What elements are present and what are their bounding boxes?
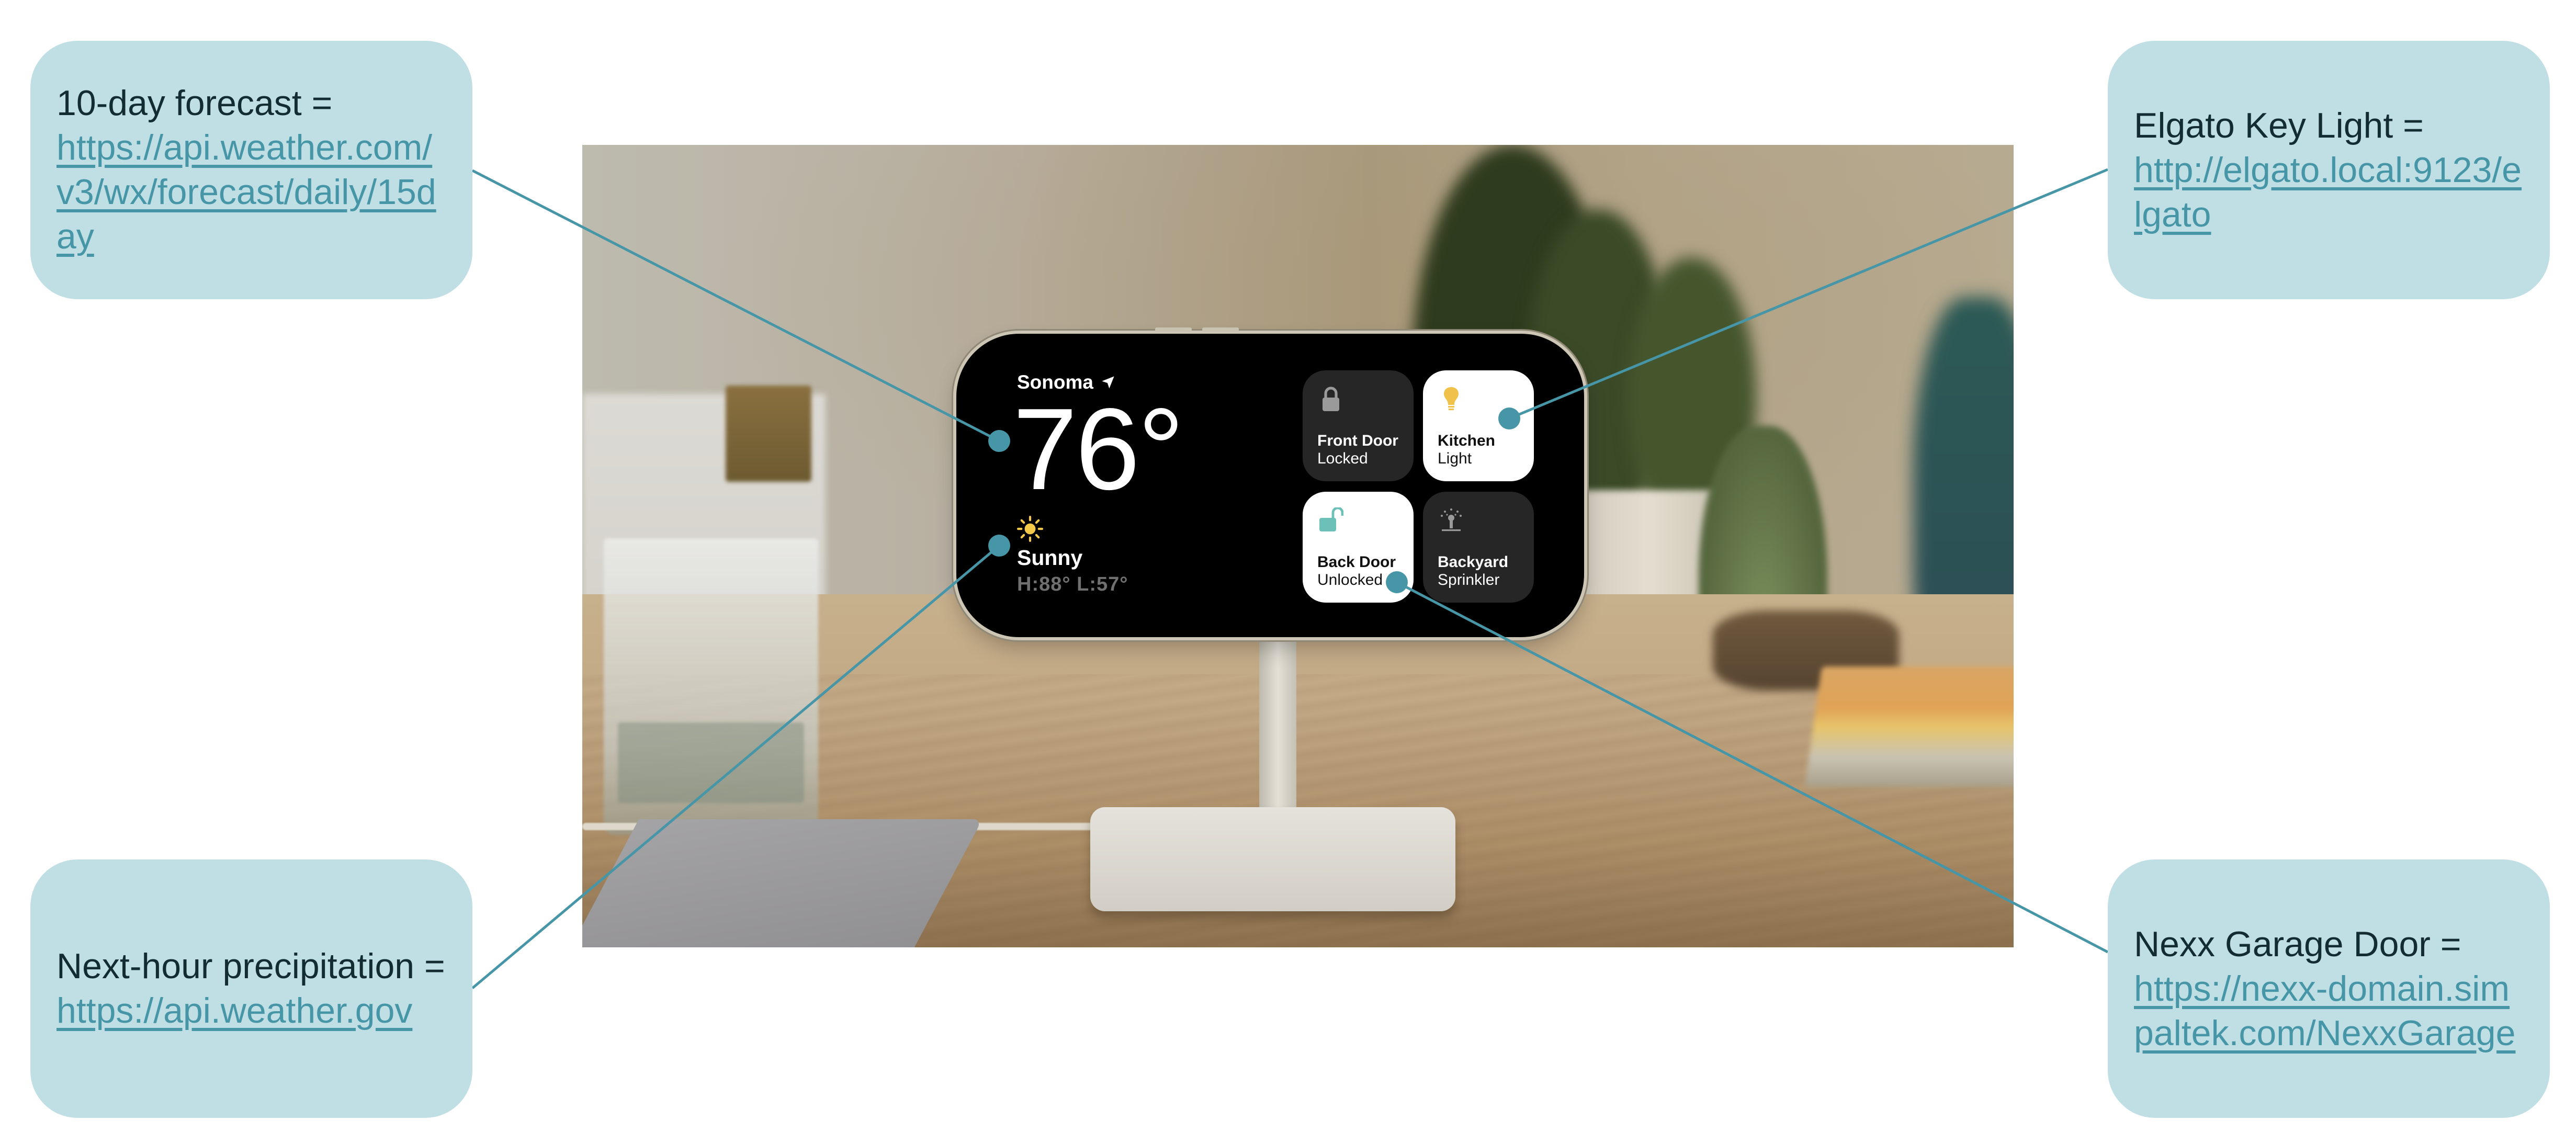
shelf-clip xyxy=(725,386,811,482)
sprinkler-icon xyxy=(1441,508,1462,531)
laptop xyxy=(582,819,983,947)
callout-garage-door: Nexx Garage Door = https://nexx-domain.s… xyxy=(2108,859,2550,1118)
callout-link[interactable]: https://api.weather.com/v3/wx/forecast/d… xyxy=(57,126,449,259)
tile-front-door[interactable]: Front Door Locked xyxy=(1303,370,1414,481)
temperature: 76° xyxy=(1013,384,1184,514)
lock-icon xyxy=(1323,387,1339,411)
callout-precipitation: Next-hour precipitation = https://api.we… xyxy=(30,859,472,1118)
lightbulb-icon xyxy=(1444,387,1459,411)
phone-button xyxy=(1155,327,1192,332)
callout-label: Nexx Garage Door = xyxy=(2134,924,2461,964)
callout-label: 10-day forecast = xyxy=(57,83,333,123)
tile-state: Sprinkler xyxy=(1438,571,1500,588)
tile-name: Kitchen xyxy=(1438,432,1496,449)
callout-label: Next-hour precipitation = xyxy=(57,946,445,986)
callout-link[interactable]: http://elgato.local:9123/elgato xyxy=(2134,148,2526,237)
phone-button xyxy=(1202,327,1239,332)
callout-link[interactable]: https://api.weather.gov xyxy=(57,989,449,1033)
callout-forecast: 10-day forecast = https://api.weather.co… xyxy=(30,41,472,299)
tile-back-door[interactable]: Back Door Unlocked xyxy=(1303,492,1414,603)
books xyxy=(1804,666,2014,787)
callout-label: Elgato Key Light = xyxy=(2134,105,2424,145)
sun-icon xyxy=(1017,516,1043,542)
stand-base xyxy=(1090,807,1455,911)
callout-link[interactable]: https://nexx-domain.simpaltek.com/NexxGa… xyxy=(2134,967,2526,1056)
unlock-icon xyxy=(1319,507,1343,531)
tile-state: Locked xyxy=(1317,450,1368,467)
callout-key-light: Elgato Key Light = http://elgato.local:9… xyxy=(2108,41,2550,299)
tile-name: Backyard xyxy=(1438,553,1509,571)
water xyxy=(618,722,805,803)
tile-state: Light xyxy=(1438,450,1472,467)
tile-name: Back Door xyxy=(1317,553,1396,571)
tile-name: Front Door xyxy=(1317,432,1398,449)
high-low-temperature: H:88° L:57° xyxy=(1017,573,1128,595)
phone-standby-screen: Sonoma 76° Sunny H:88° L:57° Front Door … xyxy=(956,327,1584,637)
tile-kitchen-light[interactable]: Kitchen Light xyxy=(1423,370,1534,481)
weather-condition: Sunny xyxy=(1017,546,1083,570)
tile-backyard-sprinkler[interactable]: Backyard Sprinkler xyxy=(1423,492,1534,603)
tile-state: Unlocked xyxy=(1317,571,1383,588)
